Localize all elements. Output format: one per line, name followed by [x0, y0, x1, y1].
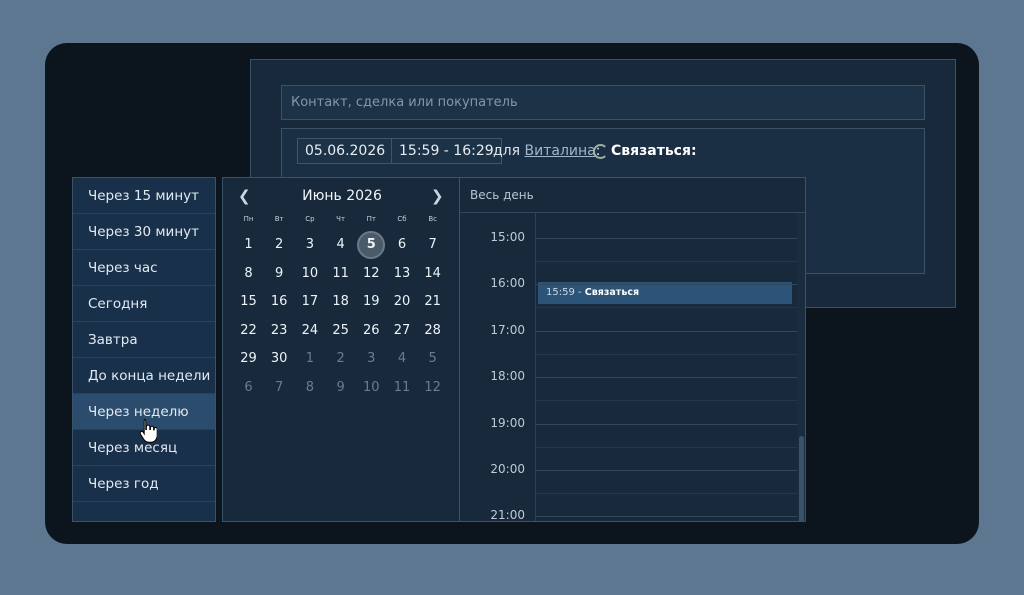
- calendar-day[interactable]: 24: [296, 317, 324, 345]
- weekday-label: Вс: [428, 215, 438, 223]
- calendar: ❮ Июнь 2026 ❯ Пн Вт Ср Чт Пт Сб Вс 1 2 3 4 5 6 7 8 9 10…: [222, 177, 460, 522]
- quick-options-menu: Через 15 минут Через 30 минут Через час Сег…: [72, 177, 216, 522]
- weekday-label: Сб: [397, 215, 407, 223]
- quick-option[interactable]: До конца недели: [73, 358, 215, 394]
- calendar-day[interactable]: 8: [296, 374, 324, 402]
- hour-line: [536, 470, 798, 471]
- half-hour-line: [536, 261, 798, 262]
- calendar-day[interactable]: 8: [235, 260, 263, 288]
- calendar-day[interactable]: 20: [388, 288, 416, 316]
- calendar-day[interactable]: 25: [327, 317, 355, 345]
- calendar-day[interactable]: 3: [296, 231, 324, 259]
- time-column-divider: [535, 213, 536, 521]
- hour-label: 19:00: [490, 415, 525, 430]
- calendar-day[interactable]: 15: [235, 288, 263, 316]
- hour-label: 16:00: [490, 276, 525, 291]
- quick-option[interactable]: Сегодня: [73, 286, 215, 322]
- calendar-day[interactable]: 2: [265, 231, 293, 259]
- half-hour-line: [536, 493, 798, 494]
- search-input[interactable]: Контакт, сделка или покупатель: [281, 85, 925, 120]
- hour-line: [536, 377, 798, 379]
- calendar-day[interactable]: 30: [265, 345, 293, 373]
- calendar-day[interactable]: 26: [357, 317, 385, 345]
- half-hour-line: [536, 307, 798, 309]
- calendar-header: ❮ Июнь 2026 ❯: [223, 178, 459, 214]
- assignee-line: для Виталина:: [493, 143, 600, 159]
- scrollbar-thumb[interactable]: [799, 436, 804, 521]
- hour-label: 21:00: [490, 508, 525, 522]
- calendar-day[interactable]: 21: [419, 288, 447, 316]
- chevron-right-icon[interactable]: ❯: [431, 187, 444, 205]
- calendar-day[interactable]: 18: [327, 288, 355, 316]
- calendar-day[interactable]: 9: [265, 260, 293, 288]
- event-time: 15:59: [546, 287, 575, 298]
- month-label: Июнь 2026: [302, 188, 382, 204]
- calendar-day[interactable]: 6: [388, 231, 416, 259]
- quick-option[interactable]: Завтра: [73, 322, 215, 358]
- hour-label: 15:00: [490, 230, 525, 244]
- calendar-day[interactable]: 17: [296, 288, 324, 316]
- calendar-day[interactable]: 3: [357, 345, 385, 373]
- event-separator: -: [574, 287, 585, 298]
- half-hour-line: [536, 353, 798, 355]
- calendar-day[interactable]: 6: [235, 374, 263, 402]
- hour-label: 18:00: [490, 369, 525, 384]
- all-day-row[interactable]: Весь день: [460, 178, 805, 213]
- hand-cursor-icon: [139, 419, 157, 443]
- calendar-day[interactable]: 2: [327, 345, 355, 373]
- calendar-day[interactable]: 16: [265, 288, 293, 316]
- quick-option[interactable]: Через 15 минут: [73, 178, 215, 214]
- assignee-link[interactable]: Виталина: [525, 143, 596, 159]
- hour-label: 20:00: [490, 462, 525, 476]
- day-schedule: Весь день 15:59 - Связаться 15:00 16:00 17…: [459, 177, 806, 522]
- calendar-day[interactable]: 28: [419, 317, 447, 345]
- event-title: Связаться: [584, 287, 640, 298]
- calendar-day[interactable]: 23: [265, 317, 293, 345]
- calendar-day[interactable]: 10: [357, 374, 385, 402]
- hour-label: 17:00: [490, 322, 525, 337]
- date-field[interactable]: 05.06.2026: [297, 138, 394, 164]
- calendar-day[interactable]: 11: [388, 374, 416, 402]
- task-type-icon[interactable]: [593, 144, 608, 159]
- calendar-day[interactable]: 14: [419, 260, 447, 288]
- schedule-grid[interactable]: 15:59 - Связаться 15:00 16:00 17:00 18:00 19…: [460, 213, 798, 522]
- weekday-label: Вт: [274, 215, 284, 223]
- hour-line: [536, 423, 798, 425]
- calendar-day[interactable]: 22: [235, 317, 263, 345]
- hour-line: [536, 238, 798, 239]
- weekday-label: Пт: [366, 215, 376, 223]
- calendar-day[interactable]: 4: [388, 345, 416, 373]
- calendar-day[interactable]: 9: [327, 374, 355, 402]
- hour-line: [536, 516, 798, 518]
- scrollbar[interactable]: [797, 213, 805, 521]
- calendar-day[interactable]: 4: [327, 231, 355, 259]
- calendar-day[interactable]: 29: [235, 345, 263, 373]
- half-hour-line: [536, 446, 798, 448]
- calendar-day[interactable]: 12: [357, 260, 385, 288]
- calendar-day[interactable]: 27: [388, 317, 416, 345]
- hour-line: [536, 284, 798, 286]
- calendar-day[interactable]: 7: [265, 374, 293, 402]
- calendar-day[interactable]: 1: [296, 345, 324, 373]
- calendar-day[interactable]: 1: [235, 231, 263, 259]
- calendar-day[interactable]: 13: [388, 260, 416, 288]
- quick-option[interactable]: Через 30 минут: [73, 214, 215, 250]
- half-hour-line: [536, 400, 798, 402]
- calendar-day[interactable]: 5: [419, 345, 447, 373]
- quick-option[interactable]: Через год: [73, 466, 215, 502]
- calendar-day[interactable]: 7: [419, 231, 447, 259]
- calendar-day[interactable]: 11: [327, 260, 355, 288]
- weekday-label: Чт: [336, 215, 346, 223]
- calendar-day[interactable]: 10: [296, 260, 324, 288]
- calendar-day[interactable]: 12: [419, 374, 447, 402]
- quick-option[interactable]: Через час: [73, 250, 215, 286]
- calendar-day[interactable]: 19: [357, 288, 385, 316]
- for-label: для: [493, 143, 521, 159]
- calendar-day[interactable]: 5: [357, 231, 386, 259]
- hour-line: [536, 330, 798, 332]
- time-range-field[interactable]: 15:59 - 16:29: [391, 138, 502, 164]
- weekday-label: Пн: [243, 215, 254, 223]
- task-type-label[interactable]: Связаться:: [611, 143, 697, 159]
- weekday-label: Ср: [305, 215, 315, 223]
